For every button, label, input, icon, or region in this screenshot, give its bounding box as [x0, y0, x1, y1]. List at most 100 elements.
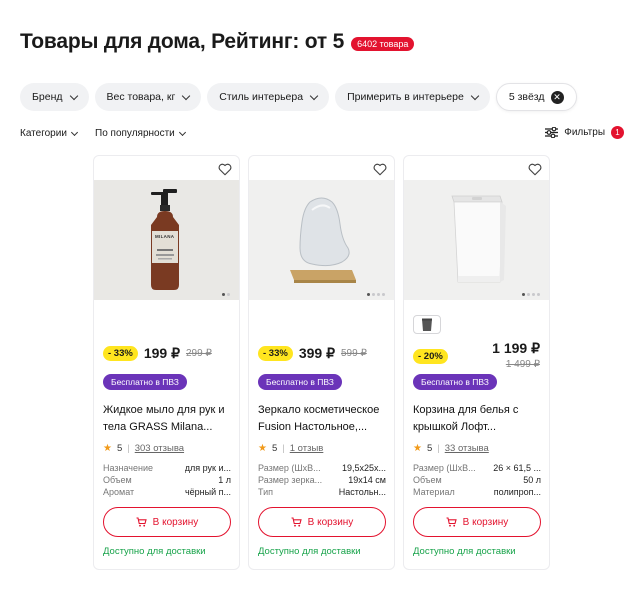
attr-value: 26 × 61,5 ...: [493, 463, 541, 473]
sort-bar: Категории По популярности Фильтры 1: [20, 126, 624, 142]
basket-variant-icon: [422, 318, 432, 331]
attr-key: Аромат: [103, 487, 135, 497]
chip-label: Примерить в интерьере: [347, 91, 464, 103]
product-card[interactable]: MILANA - 33% 199 ₽ 299 ₽ Бесплатно в ПВЗ…: [93, 155, 240, 570]
attr-key: Размер (ШхВ...: [258, 463, 321, 473]
categories-label: Категории: [20, 128, 67, 139]
soap-bottle-image: [150, 189, 179, 290]
laundry-basket-image: [450, 195, 506, 283]
chip-five-stars[interactable]: 5 звёзд ✕: [495, 83, 577, 111]
discount-wrap: - 20%: [413, 346, 448, 364]
product-image[interactable]: MILANA: [94, 180, 239, 300]
attr-value: полипроп...: [493, 487, 541, 497]
product-count-badge: 6402 товара: [351, 36, 415, 51]
attr-value: 1 л: [218, 475, 231, 485]
categories-dropdown[interactable]: Категории: [20, 128, 78, 139]
cart-icon: [446, 517, 457, 527]
rating-row: ★ 5 | 1 отзыв: [258, 443, 323, 454]
add-to-cart-button[interactable]: В корзину: [258, 507, 386, 537]
attributes: Размер (ШхВ... 26 × 61,5 ... Объем 50 л Ма…: [413, 462, 541, 498]
chip-label: 5 звёзд: [508, 91, 545, 103]
color-variant-thumb[interactable]: [413, 315, 441, 334]
star-icon: ★: [413, 443, 422, 454]
heart-icon[interactable]: [528, 163, 542, 176]
product-name-line: Корзина для белья с: [413, 404, 519, 416]
product-card[interactable]: - 33% 399 ₽ 599 ₽ Бесплатно в ПВЗ Зеркал…: [248, 155, 395, 570]
separator: |: [127, 443, 130, 454]
old-price: 299 ₽: [185, 348, 212, 359]
add-to-cart-button[interactable]: В корзину: [413, 507, 541, 537]
price-row: - 33% 399 ₽ 599 ₽: [258, 345, 367, 362]
chip-label: Бренд: [32, 91, 63, 103]
attr-key: Назначение: [103, 463, 154, 473]
chevron-down-icon: [470, 91, 480, 100]
attr-key: Материал: [413, 487, 455, 497]
attr-key: Объем: [413, 475, 442, 485]
heart-icon[interactable]: [218, 163, 232, 176]
attr-value: 19х14 см: [348, 475, 386, 485]
chip-interior-style[interactable]: Стиль интерьера: [207, 83, 330, 111]
attr-value: для рук и...: [184, 463, 231, 473]
rating-value: 5: [271, 443, 278, 454]
reviews-link[interactable]: 33 отзыва: [445, 443, 489, 454]
add-to-cart-button[interactable]: В корзину: [103, 507, 231, 537]
chip-weight[interactable]: Вес товара, кг: [94, 83, 202, 111]
star-icon: ★: [103, 443, 112, 454]
discount-badge: - 33%: [103, 346, 138, 361]
product-card[interactable]: - 20% 1 199 ₽ 1 499 ₽ Бесплатно в ПВЗ Ко…: [403, 155, 550, 570]
product-name-line: Жидкое мыло для рук и: [103, 404, 225, 416]
sort-label: По популярности: [95, 128, 175, 139]
image-pager: [222, 293, 230, 296]
product-name[interactable]: Корзина для белья с крышкой Лофт...: [413, 402, 545, 436]
free-pickup-badge: Бесплатно в ПВЗ: [258, 374, 342, 390]
product-name-line: Зеркало косметическое: [258, 404, 380, 416]
attr-value: 19,5х25х...: [341, 463, 386, 473]
rating-value: 5: [116, 443, 123, 454]
old-price: 1 499 ₽: [505, 359, 540, 370]
cart-label: В корзину: [152, 516, 199, 528]
product-name-line: Fusion Настольное,...: [258, 421, 368, 433]
image-pager: [522, 293, 540, 296]
mirror-image: [289, 197, 356, 283]
close-icon[interactable]: ✕: [550, 90, 564, 104]
rating-row: ★ 5 | 33 отзыва: [413, 443, 489, 454]
price: 199 ₽: [143, 345, 180, 361]
filters-button[interactable]: Фильтры 1: [545, 126, 624, 139]
free-pickup-badge: Бесплатно в ПВЗ: [413, 374, 497, 390]
price: 1 199 ₽: [492, 340, 540, 356]
filters-label: Фильтры: [564, 127, 605, 138]
attributes: Назначение для рук и... Объем 1 л Аромат чё…: [103, 462, 231, 498]
reviews-link[interactable]: 303 отзыва: [135, 443, 184, 454]
page-title: Товары для дома, Рейтинг: от 5: [20, 30, 345, 53]
reviews-link[interactable]: 1 отзыв: [290, 443, 324, 454]
availability-text: Доступно для доставки: [413, 546, 516, 557]
product-name-line: тела GRASS Milana...: [103, 421, 213, 433]
availability-text: Доступно для доставки: [258, 546, 361, 557]
product-name[interactable]: Зеркало косметическое Fusion Настольное,…: [258, 402, 390, 436]
chevron-down-icon: [69, 91, 78, 100]
rating-row: ★ 5 | 303 отзыва: [103, 443, 184, 454]
product-name[interactable]: Жидкое мыло для рук и тела GRASS Milana.…: [103, 402, 235, 436]
price-column: 1 199 ₽ 1 499 ₽: [492, 340, 540, 370]
heart-icon[interactable]: [373, 163, 387, 176]
price-row: - 33% 199 ₽ 299 ₽: [103, 345, 212, 362]
availability-text: Доступно для доставки: [103, 546, 206, 557]
separator: |: [437, 443, 440, 454]
attr-value: Настольн...: [338, 487, 386, 497]
chip-try-in-interior[interactable]: Примерить в интерьере: [335, 83, 490, 111]
chip-label: Стиль интерьера: [219, 91, 304, 103]
rating-value: 5: [426, 443, 433, 454]
sliders-icon: [545, 127, 559, 138]
page-header: Товары для дома, Рейтинг: от 5 6402 това…: [20, 30, 415, 54]
attr-value: 50 л: [523, 475, 541, 485]
attr-key: Размер зерка...: [258, 475, 323, 485]
attr-key: Объем: [103, 475, 132, 485]
attr-value: чёрный п...: [184, 487, 231, 497]
filters-count-badge: 1: [611, 126, 624, 139]
product-logo-text: MILANA: [155, 234, 175, 239]
sort-dropdown[interactable]: По популярности: [95, 128, 186, 139]
chip-brand[interactable]: Бренд: [20, 83, 89, 111]
product-image[interactable]: [249, 180, 394, 300]
old-price: 599 ₽: [340, 348, 367, 359]
product-image[interactable]: [404, 180, 549, 300]
